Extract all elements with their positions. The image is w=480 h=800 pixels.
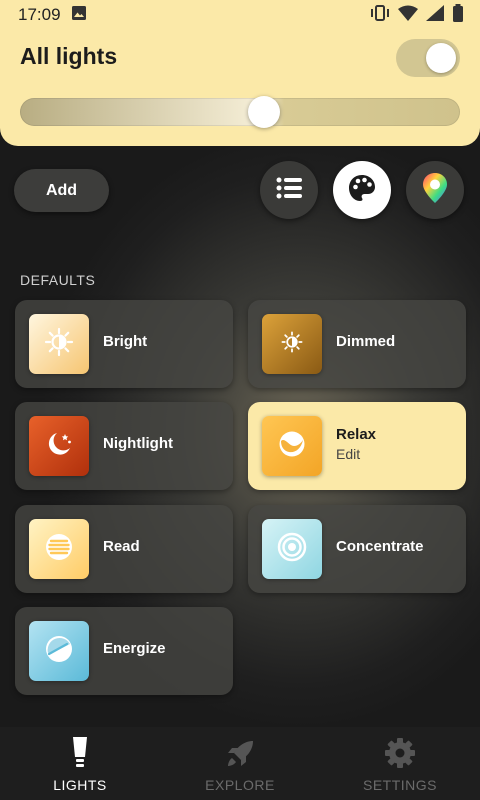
scene-label: Concentrate xyxy=(336,538,424,555)
gear-icon xyxy=(384,737,416,774)
nav-settings[interactable]: SETTINGS xyxy=(320,727,480,800)
bulb-icon xyxy=(70,737,90,776)
yin-yang-icon xyxy=(277,429,307,464)
scene-swatch xyxy=(29,621,89,681)
image-notification-icon xyxy=(71,5,87,26)
add-button[interactable]: Add xyxy=(14,169,109,212)
scene-tile-energize[interactable]: Energize xyxy=(15,607,233,695)
color-picker-button[interactable] xyxy=(406,161,464,219)
palette-icon xyxy=(347,173,377,208)
gauge-icon xyxy=(43,633,75,670)
status-time: 17:09 xyxy=(18,5,61,24)
target-icon xyxy=(276,531,308,568)
page-title: All lights xyxy=(20,43,118,69)
scenes-view-button[interactable] xyxy=(333,161,391,219)
list-view-button[interactable] xyxy=(260,161,318,219)
scene-tile-dimmed[interactable]: Dimmed xyxy=(248,300,466,388)
scene-tile-concentrate[interactable]: Concentrate xyxy=(248,505,466,593)
section-label-defaults: DEFAULTS xyxy=(20,272,96,288)
list-icon xyxy=(276,177,302,204)
nav-label-explore: EXPLORE xyxy=(205,777,275,793)
nav-label-lights: LIGHTS xyxy=(53,777,107,793)
scene-tile-bright[interactable]: Bright xyxy=(15,300,233,388)
brightness-slider[interactable] xyxy=(20,96,460,128)
scene-swatch xyxy=(262,519,322,579)
lines-circle-icon xyxy=(43,531,75,568)
nav-lights[interactable]: LIGHTS xyxy=(0,727,160,800)
all-lights-toggle[interactable] xyxy=(396,39,460,77)
scene-label: Bright xyxy=(103,333,148,350)
bottom-navigation: LIGHTS EXPLORE SETTINGS xyxy=(0,727,480,800)
scene-tile-read[interactable]: Read xyxy=(15,505,233,593)
color-pin-icon xyxy=(422,172,448,209)
scene-swatch xyxy=(262,314,322,374)
scene-tile-nightlight[interactable]: Nightlight xyxy=(15,402,233,490)
brightness-slider-thumb[interactable] xyxy=(248,96,280,128)
battery-icon xyxy=(452,3,464,27)
rocket-icon xyxy=(223,737,257,776)
all-lights-header: All lights xyxy=(0,30,480,146)
scene-swatch xyxy=(262,416,322,476)
scene-label: Relax xyxy=(336,426,377,443)
scene-label: Dimmed xyxy=(336,333,396,350)
sun-half-icon xyxy=(44,327,74,362)
scene-swatch xyxy=(29,416,89,476)
scene-tile-relax[interactable]: Relax Edit xyxy=(248,402,466,490)
signal-icon xyxy=(426,4,444,26)
scene-swatch xyxy=(29,314,89,374)
nav-explore[interactable]: EXPLORE xyxy=(160,727,320,800)
vibrate-icon xyxy=(370,4,390,27)
moon-stars-icon xyxy=(43,428,75,465)
status-bar: 17:09 xyxy=(0,0,480,30)
scene-label: Energize xyxy=(103,640,166,657)
nav-label-settings: SETTINGS xyxy=(362,777,437,793)
toggle-knob xyxy=(426,43,456,73)
wifi-icon xyxy=(398,5,418,26)
scene-label: Nightlight xyxy=(103,435,173,452)
scene-label: Read xyxy=(103,538,140,555)
scene-swatch xyxy=(29,519,89,579)
sun-half-small-icon xyxy=(280,330,304,359)
scene-edit-link[interactable]: Edit xyxy=(336,446,360,462)
